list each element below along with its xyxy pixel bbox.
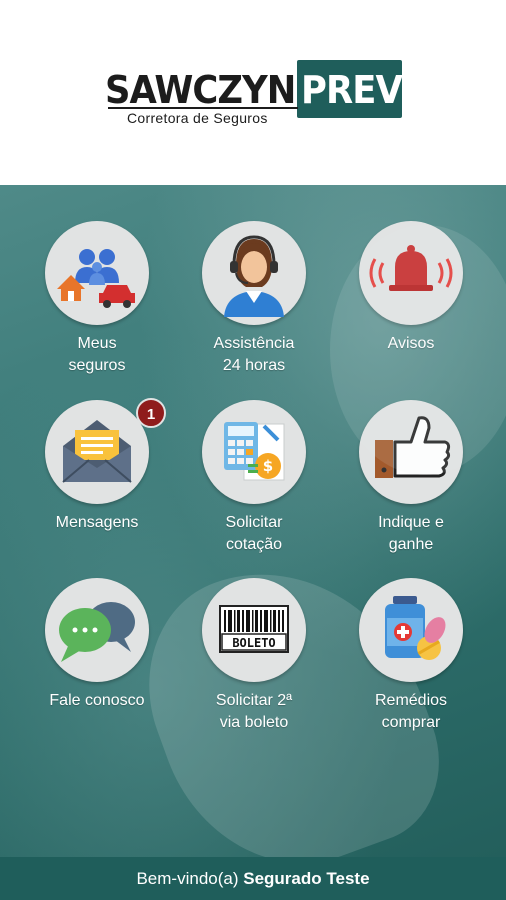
logo-accent-text: PREV	[301, 68, 403, 112]
user-name: Segurado Teste	[243, 869, 370, 888]
tile-label-line1: Solicitar 2ª	[215, 692, 293, 709]
headset-agent-icon	[202, 221, 306, 325]
logo-underline	[108, 107, 298, 109]
envelope-icon	[45, 400, 149, 504]
svg-text:$: $	[263, 457, 273, 475]
tile-label: Solicitar cotação	[175, 512, 333, 556]
boleto-icon-text: BOLETO	[232, 636, 275, 650]
tile-label-line1: Mensagens	[55, 514, 139, 531]
tile-label-line1: Fale conosco	[49, 692, 145, 709]
logo-wordmark: SAWCZYN	[105, 68, 296, 112]
thumbs-up-icon	[359, 400, 463, 504]
tile-label: Assistência 24 horas	[175, 333, 333, 377]
tile-label-line2: cotação	[225, 536, 283, 553]
family-home-car-icon	[45, 221, 149, 325]
tile-indique-ganhe[interactable]: Indique e ganhe	[332, 400, 492, 560]
tile-meus-seguros[interactable]: Meus seguros	[18, 221, 178, 381]
tile-segunda-via-boleto[interactable]: BOLETO Solicitar 2ª via boleto	[175, 578, 335, 738]
tile-label-line2: ganhe	[388, 536, 434, 553]
tile-label-line2: comprar	[381, 714, 441, 731]
tile-label-line1: Meus	[77, 335, 117, 352]
tile-remedios[interactable]: Remédios comprar	[332, 578, 492, 738]
logo-subtitle: Corretora de Seguros	[127, 110, 268, 126]
calculator-document-icon: $	[202, 400, 306, 504]
tile-avisos[interactable]: Avisos	[332, 221, 492, 381]
tile-label-line2: via boleto	[219, 714, 289, 731]
tile-mensagens[interactable]: 1 Mensagens	[18, 398, 178, 560]
tile-label: Solicitar 2ª via boleto	[175, 690, 333, 734]
welcome-greeting: Bem-vindo(a)	[136, 869, 239, 888]
menu-grid: Meus seguros Assistência 24 horas Avisos…	[0, 185, 506, 857]
tile-label: Remédios comprar	[332, 690, 490, 734]
tile-label: Meus seguros	[18, 333, 176, 377]
medicine-pills-icon	[359, 578, 463, 682]
tile-label-line1: Assistência	[213, 335, 295, 352]
tile-label: Indique e ganhe	[332, 512, 490, 556]
logo-accent-box: PREV	[297, 60, 403, 118]
tile-label-line1: Avisos	[387, 335, 435, 352]
tile-fale-conosco[interactable]: Fale conosco	[18, 578, 178, 738]
tile-label-line1: Solicitar	[225, 514, 283, 531]
brand-logo: SAWCZYN PREV Corretora de Seguros	[105, 60, 405, 130]
tile-label: Fale conosco	[18, 690, 176, 712]
tile-label-line2: seguros	[68, 357, 126, 374]
chat-bubbles-icon	[45, 578, 149, 682]
tile-solicitar-cotacao[interactable]: $ Solicitar cotação	[175, 400, 335, 560]
tile-label-line2: 24 horas	[222, 357, 286, 374]
welcome-bar: Bem-vindo(a) Segurado Teste	[0, 857, 506, 900]
tile-label-line1: Indique e	[378, 514, 444, 531]
tile-label: Avisos	[332, 333, 490, 355]
barcode-boleto-icon: BOLETO	[202, 578, 306, 682]
tile-assistencia[interactable]: Assistência 24 horas	[175, 221, 335, 381]
tile-label-line1: Remédios	[374, 692, 448, 709]
alarm-bell-icon	[359, 221, 463, 325]
header: SAWCZYN PREV Corretora de Seguros	[0, 0, 506, 185]
tile-label: Mensagens	[18, 512, 176, 534]
unread-badge: 1	[136, 398, 166, 428]
